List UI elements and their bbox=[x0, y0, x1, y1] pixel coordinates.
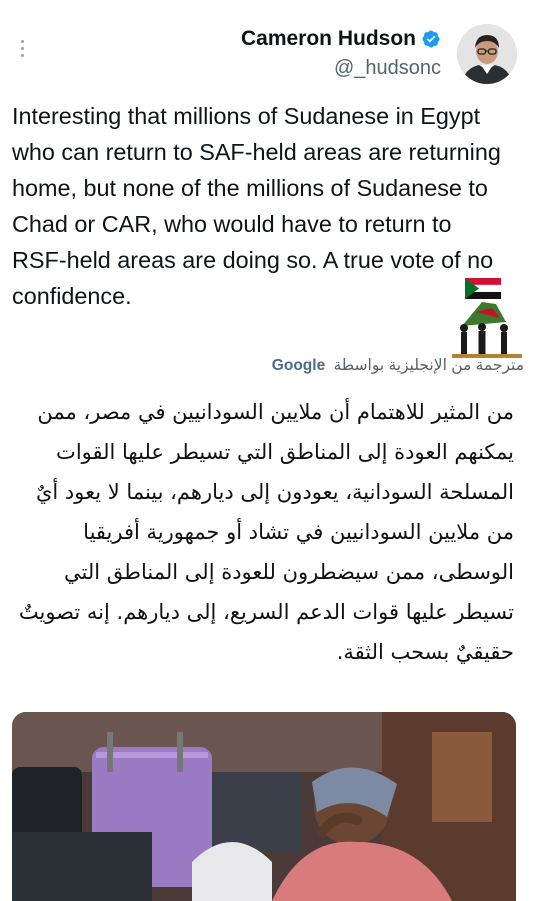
tweet-media-photo[interactable] bbox=[12, 712, 516, 901]
author-name-row[interactable]: Cameron Hudson bbox=[241, 27, 441, 51]
author-handle[interactable]: @_hudsonc bbox=[241, 57, 441, 80]
author-display-name[interactable]: Cameron Hudson bbox=[241, 27, 416, 51]
verified-badge-icon bbox=[422, 30, 440, 48]
luggage-woman-photo bbox=[12, 712, 516, 901]
more-options-icon[interactable] bbox=[12, 34, 32, 62]
avatar[interactable] bbox=[457, 24, 517, 84]
tweet-header: Cameron Hudson @_hudsonc bbox=[0, 0, 533, 96]
avatar-image bbox=[457, 24, 517, 84]
tweet-text: Interesting that millions of Sudanese in… bbox=[12, 103, 501, 309]
translation-label: مترجمة من الإنجليزية بواسطة bbox=[333, 357, 525, 374]
google-logo-text: Google bbox=[271, 357, 326, 374]
translated-tweet-text: من المثير للاهتمام أن ملايين السودانيين … bbox=[18, 400, 514, 664]
translation-attribution[interactable]: Google مترجمة من الإنجليزية بواسطة bbox=[234, 356, 524, 375]
sudan-flag-soldiers-image bbox=[452, 272, 522, 358]
author-info[interactable]: Cameron Hudson @_hudsonc bbox=[241, 27, 441, 80]
